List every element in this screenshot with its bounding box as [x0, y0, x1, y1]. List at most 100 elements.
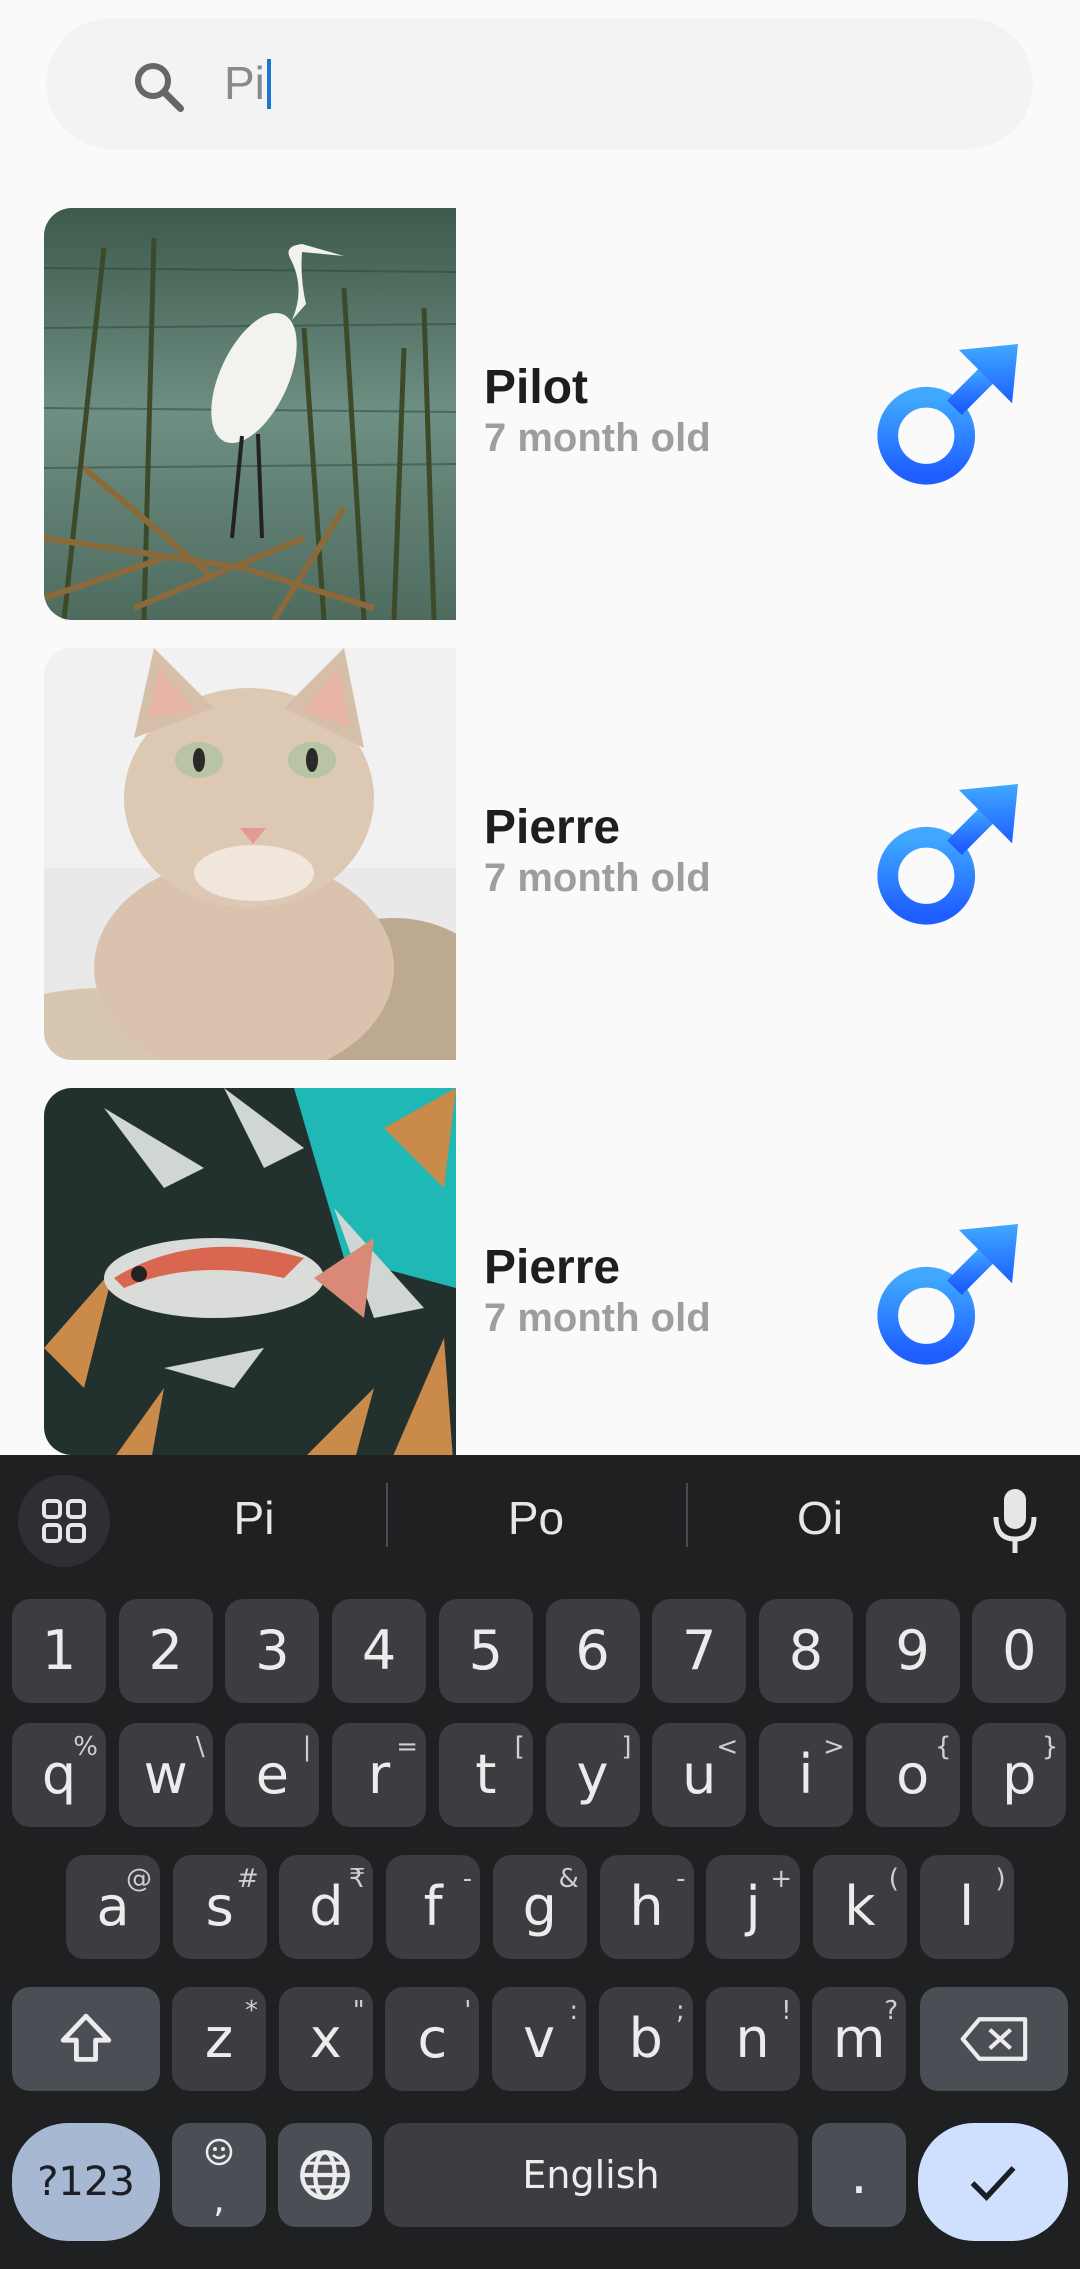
- key-r-hint: =: [396, 1732, 419, 1762]
- key-0[interactable]: 0: [972, 1599, 1067, 1703]
- key-r[interactable]: r =: [332, 1723, 427, 1827]
- key-9[interactable]: 9: [865, 1599, 960, 1703]
- suggestion-2[interactable]: Po: [436, 1491, 636, 1545]
- key-g-label: g: [522, 1875, 557, 1938]
- key-5[interactable]: 5: [438, 1599, 533, 1703]
- key-7-label: 7: [682, 1619, 717, 1682]
- key-m[interactable]: m?: [812, 1987, 907, 2091]
- key-y[interactable]: y]: [545, 1723, 640, 1827]
- pet-card[interactable]: Pierre 7 month old: [44, 1088, 1044, 1500]
- key-e-label: e: [255, 1743, 289, 1806]
- keyboard: Pi Po Oi ?123 , English . 1 2 3 4 5 6 7 …: [0, 1455, 1080, 2269]
- search-icon: [135, 63, 184, 112]
- key-k-label: k: [844, 1875, 876, 1938]
- key-b-hint: ;: [676, 1996, 685, 2026]
- key-m-label: m: [832, 2007, 886, 2070]
- key-q[interactable]: q%: [12, 1723, 106, 1827]
- pet-name: Pilot: [484, 361, 588, 414]
- key-s[interactable]: s #: [172, 1855, 267, 1959]
- key-u[interactable]: u <: [652, 1723, 747, 1827]
- key-k[interactable]: k(: [812, 1855, 907, 1959]
- suggestion-1[interactable]: Pi: [154, 1491, 354, 1545]
- key-f-hint: -: [462, 1864, 473, 1894]
- key-z-hint: *: [245, 1996, 258, 2026]
- key-g[interactable]: g &: [492, 1855, 587, 1959]
- key-7[interactable]: 7: [652, 1599, 747, 1703]
- suggestion-bar: Pi Po Oi: [0, 1455, 1080, 1581]
- key-l[interactable]: l): [919, 1855, 1014, 1959]
- key-0-label: 0: [1002, 1619, 1037, 1682]
- key-1[interactable]: 1: [12, 1599, 106, 1703]
- period-key[interactable]: .: [812, 2123, 906, 2227]
- key-h-label: h: [629, 1875, 664, 1938]
- key-v-hint: :: [569, 1996, 579, 2026]
- key-a-label: a: [96, 1875, 130, 1938]
- key-n-label: n: [735, 2007, 770, 2070]
- key-o[interactable]: o{: [865, 1723, 960, 1827]
- key-a[interactable]: a @: [66, 1855, 160, 1959]
- key-n[interactable]: n!: [705, 1987, 800, 2091]
- key-8[interactable]: 8: [758, 1599, 853, 1703]
- key-3[interactable]: 3: [225, 1599, 320, 1703]
- key-z[interactable]: z *: [172, 1987, 266, 2091]
- checkmark-icon: [970, 2166, 1016, 2202]
- key-4-label: 4: [361, 1619, 397, 1682]
- key-f[interactable]: f-: [386, 1855, 481, 1959]
- backspace-key[interactable]: [920, 1987, 1068, 2091]
- key-c-label: c: [417, 2007, 448, 2070]
- key-b[interactable]: b;: [598, 1987, 693, 2091]
- key-e[interactable]: e |: [225, 1723, 320, 1827]
- key-x-hint: ": [352, 1996, 365, 2026]
- backspace-icon: [960, 2017, 1028, 2061]
- key-6[interactable]: 6: [545, 1599, 640, 1703]
- suggestion-divider: [686, 1483, 688, 1547]
- key-r-label: r: [367, 1743, 391, 1806]
- key-p[interactable]: p}: [972, 1723, 1067, 1827]
- symbols-key[interactable]: ?123: [12, 2123, 160, 2241]
- key-9-label: 9: [895, 1619, 930, 1682]
- key-4[interactable]: 4: [332, 1599, 427, 1703]
- key-n-hint: !: [781, 1996, 792, 2026]
- pet-card[interactable]: Pierre 7 month old: [44, 648, 1044, 1060]
- key-i[interactable]: i >: [758, 1723, 853, 1827]
- key-w[interactable]: w \: [118, 1723, 213, 1827]
- enter-key[interactable]: [918, 2123, 1068, 2241]
- key-u-label: u: [682, 1743, 717, 1806]
- shift-icon: [60, 2013, 112, 2062]
- key-v[interactable]: v:: [492, 1987, 587, 2091]
- space-key[interactable]: English: [384, 2123, 798, 2227]
- key-h[interactable]: h-: [599, 1855, 694, 1959]
- key-h-hint: -: [676, 1864, 686, 1894]
- search-bar[interactable]: Pi: [46, 18, 1033, 149]
- key-x[interactable]: x ": [278, 1987, 373, 2091]
- key-q-label: q: [41, 1743, 77, 1806]
- search-input[interactable]: Pi: [224, 48, 271, 118]
- key-j[interactable]: j +: [706, 1855, 801, 1959]
- key-t-hint: [: [514, 1732, 525, 1762]
- key-l-hint: ): [995, 1864, 1006, 1894]
- apps-grid-button[interactable]: [18, 1475, 110, 1567]
- shift-key[interactable]: [12, 1987, 160, 2091]
- male-icon: [877, 344, 1018, 485]
- key-k-hint: (: [888, 1864, 899, 1894]
- key-w-hint: \: [195, 1732, 205, 1762]
- key-s-label: s: [205, 1875, 234, 1938]
- suggestion-3[interactable]: Oi: [720, 1491, 920, 1545]
- emoji-comma-key[interactable]: ,: [172, 2123, 266, 2227]
- key-w-label: w: [143, 1743, 188, 1806]
- pet-card[interactable]: Pilot 7 month old: [44, 208, 1044, 620]
- key-g-hint: &: [558, 1864, 579, 1894]
- comma-label: ,: [213, 2180, 225, 2221]
- key-c[interactable]: c ': [385, 1987, 480, 2091]
- key-8-label: 8: [788, 1619, 824, 1682]
- key-i-hint: >: [823, 1732, 845, 1762]
- microphone-icon[interactable]: [990, 1487, 1040, 1557]
- pet-photo-cat: [44, 648, 456, 1060]
- male-icon: [877, 784, 1018, 925]
- pet-age: 7 month old: [484, 856, 711, 900]
- key-y-label: y: [576, 1743, 609, 1806]
- language-key[interactable]: [278, 2123, 372, 2227]
- key-t[interactable]: t[: [438, 1723, 533, 1827]
- key-2[interactable]: 2: [118, 1599, 213, 1703]
- key-d[interactable]: d ₹: [279, 1855, 374, 1959]
